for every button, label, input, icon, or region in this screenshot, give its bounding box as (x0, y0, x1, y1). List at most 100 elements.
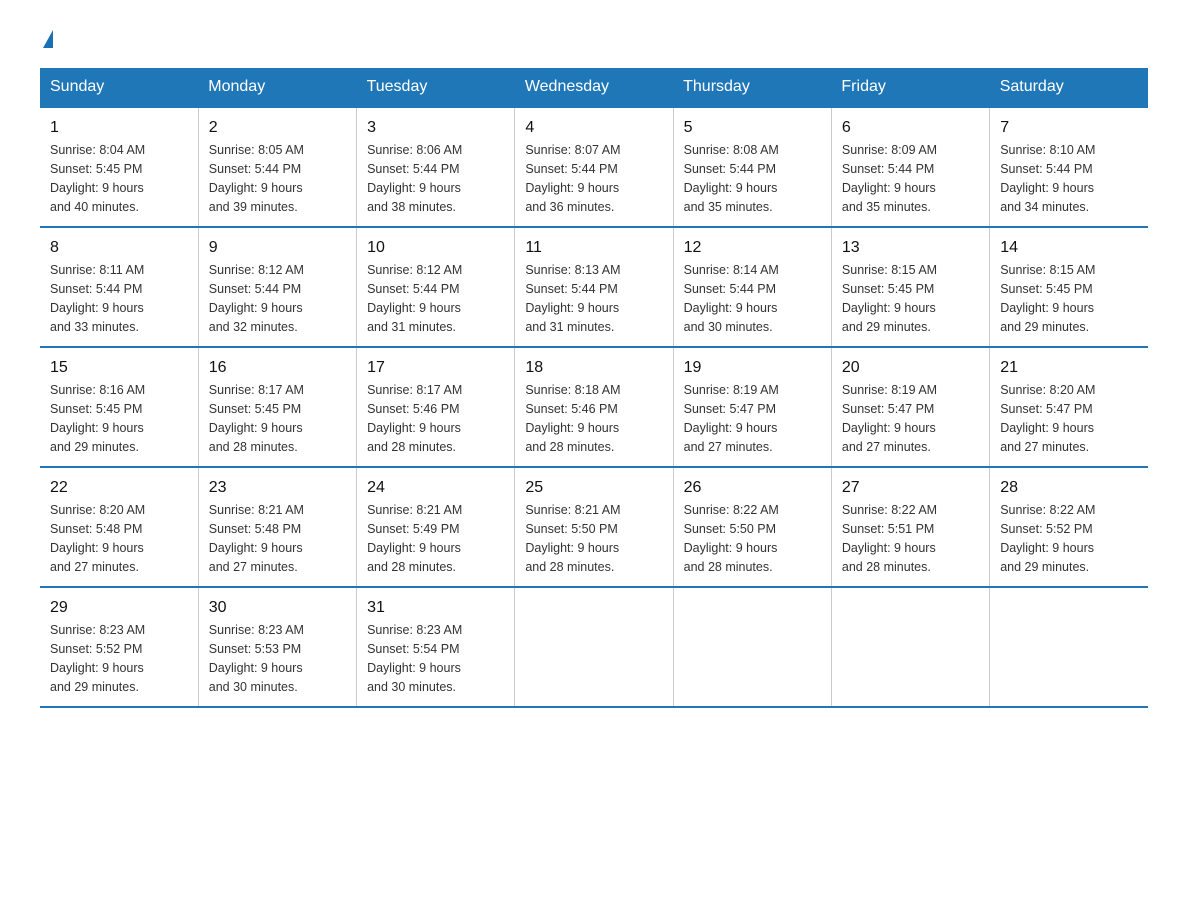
day-info: Sunrise: 8:14 AMSunset: 5:44 PMDaylight:… (684, 263, 779, 334)
day-info: Sunrise: 8:06 AMSunset: 5:44 PMDaylight:… (367, 143, 462, 214)
day-number: 2 (209, 116, 346, 139)
calendar-cell (990, 587, 1148, 707)
day-info: Sunrise: 8:20 AMSunset: 5:47 PMDaylight:… (1000, 383, 1095, 454)
calendar-cell: 12 Sunrise: 8:14 AMSunset: 5:44 PMDayligh… (673, 227, 831, 347)
day-info: Sunrise: 8:23 AMSunset: 5:52 PMDaylight:… (50, 623, 145, 694)
day-info: Sunrise: 8:22 AMSunset: 5:52 PMDaylight:… (1000, 503, 1095, 574)
calendar-table: SundayMondayTuesdayWednesdayThursdayFrid… (40, 68, 1148, 708)
calendar-header-row: SundayMondayTuesdayWednesdayThursdayFrid… (40, 68, 1148, 107)
calendar-cell: 30Sunrise: 8:23 AMSunset: 5:53 PMDayligh… (198, 587, 356, 707)
day-number: 20 (842, 356, 979, 379)
day-info: Sunrise: 8:23 AMSunset: 5:54 PMDaylight:… (367, 623, 462, 694)
calendar-cell: 24 Sunrise: 8:21 AMSunset: 5:49 PMDayligh… (357, 467, 515, 587)
calendar-week-row: 1 Sunrise: 8:04 AMSunset: 5:45 PMDaylight… (40, 107, 1148, 227)
day-info: Sunrise: 8:13 AMSunset: 5:44 PMDaylight:… (525, 263, 620, 334)
day-info: Sunrise: 8:11 AMSunset: 5:44 PMDaylight:… (50, 263, 144, 334)
day-info: Sunrise: 8:16 AMSunset: 5:45 PMDaylight:… (50, 383, 145, 454)
day-info: Sunrise: 8:22 AMSunset: 5:50 PMDaylight:… (684, 503, 779, 574)
day-number: 4 (525, 116, 662, 139)
calendar-cell: 18 Sunrise: 8:18 AMSunset: 5:46 PMDayligh… (515, 347, 673, 467)
day-number: 16 (209, 356, 346, 379)
day-info: Sunrise: 8:10 AMSunset: 5:44 PMDaylight:… (1000, 143, 1095, 214)
calendar-cell: 19 Sunrise: 8:19 AMSunset: 5:47 PMDayligh… (673, 347, 831, 467)
day-info: Sunrise: 8:21 AMSunset: 5:48 PMDaylight:… (209, 503, 304, 574)
calendar-cell: 1 Sunrise: 8:04 AMSunset: 5:45 PMDaylight… (40, 107, 198, 227)
header-friday: Friday (831, 68, 989, 107)
day-info: Sunrise: 8:04 AMSunset: 5:45 PMDaylight:… (50, 143, 145, 214)
calendar-cell: 27 Sunrise: 8:22 AMSunset: 5:51 PMDayligh… (831, 467, 989, 587)
day-info: Sunrise: 8:08 AMSunset: 5:44 PMDaylight:… (684, 143, 779, 214)
day-number: 12 (684, 236, 821, 259)
day-number: 13 (842, 236, 979, 259)
header-monday: Monday (198, 68, 356, 107)
calendar-week-row: 29Sunrise: 8:23 AMSunset: 5:52 PMDayligh… (40, 587, 1148, 707)
day-number: 27 (842, 476, 979, 499)
calendar-cell (515, 587, 673, 707)
calendar-cell: 28Sunrise: 8:22 AMSunset: 5:52 PMDayligh… (990, 467, 1148, 587)
day-info: Sunrise: 8:12 AMSunset: 5:44 PMDaylight:… (209, 263, 304, 334)
day-number: 17 (367, 356, 504, 379)
calendar-cell: 10 Sunrise: 8:12 AMSunset: 5:44 PMDayligh… (357, 227, 515, 347)
day-number: 1 (50, 116, 188, 139)
calendar-week-row: 15 Sunrise: 8:16 AMSunset: 5:45 PMDayligh… (40, 347, 1148, 467)
day-number: 24 (367, 476, 504, 499)
day-info: Sunrise: 8:12 AMSunset: 5:44 PMDaylight:… (367, 263, 462, 334)
day-info: Sunrise: 8:17 AMSunset: 5:45 PMDaylight:… (209, 383, 304, 454)
calendar-cell: 29Sunrise: 8:23 AMSunset: 5:52 PMDayligh… (40, 587, 198, 707)
calendar-cell (673, 587, 831, 707)
day-info: Sunrise: 8:21 AMSunset: 5:50 PMDaylight:… (525, 503, 620, 574)
day-number: 11 (525, 236, 662, 259)
calendar-week-row: 8Sunrise: 8:11 AMSunset: 5:44 PMDaylight… (40, 227, 1148, 347)
day-number: 14 (1000, 236, 1138, 259)
calendar-cell: 3 Sunrise: 8:06 AMSunset: 5:44 PMDaylight… (357, 107, 515, 227)
day-info: Sunrise: 8:05 AMSunset: 5:44 PMDaylight:… (209, 143, 304, 214)
day-number: 7 (1000, 116, 1138, 139)
day-info: Sunrise: 8:21 AMSunset: 5:49 PMDaylight:… (367, 503, 462, 574)
day-number: 26 (684, 476, 821, 499)
day-number: 6 (842, 116, 979, 139)
calendar-cell: 31Sunrise: 8:23 AMSunset: 5:54 PMDayligh… (357, 587, 515, 707)
day-info: Sunrise: 8:22 AMSunset: 5:51 PMDaylight:… (842, 503, 937, 574)
page-header (40, 30, 1148, 48)
day-info: Sunrise: 8:19 AMSunset: 5:47 PMDaylight:… (684, 383, 779, 454)
day-info: Sunrise: 8:20 AMSunset: 5:48 PMDaylight:… (50, 503, 145, 574)
calendar-cell: 11 Sunrise: 8:13 AMSunset: 5:44 PMDayligh… (515, 227, 673, 347)
calendar-cell: 13Sunrise: 8:15 AMSunset: 5:45 PMDayligh… (831, 227, 989, 347)
calendar-cell: 20 Sunrise: 8:19 AMSunset: 5:47 PMDayligh… (831, 347, 989, 467)
calendar-cell: 21Sunrise: 8:20 AMSunset: 5:47 PMDayligh… (990, 347, 1148, 467)
calendar-cell: 15 Sunrise: 8:16 AMSunset: 5:45 PMDayligh… (40, 347, 198, 467)
day-info: Sunrise: 8:15 AMSunset: 5:45 PMDaylight:… (1000, 263, 1095, 334)
day-number: 22 (50, 476, 188, 499)
calendar-week-row: 22 Sunrise: 8:20 AMSunset: 5:48 PMDayligh… (40, 467, 1148, 587)
day-info: Sunrise: 8:19 AMSunset: 5:47 PMDaylight:… (842, 383, 937, 454)
day-number: 23 (209, 476, 346, 499)
header-wednesday: Wednesday (515, 68, 673, 107)
header-saturday: Saturday (990, 68, 1148, 107)
logo (40, 30, 53, 48)
day-number: 18 (525, 356, 662, 379)
calendar-cell: 5Sunrise: 8:08 AMSunset: 5:44 PMDaylight… (673, 107, 831, 227)
day-info: Sunrise: 8:23 AMSunset: 5:53 PMDaylight:… (209, 623, 304, 694)
day-number: 9 (209, 236, 346, 259)
header-sunday: Sunday (40, 68, 198, 107)
header-tuesday: Tuesday (357, 68, 515, 107)
calendar-cell: 2 Sunrise: 8:05 AMSunset: 5:44 PMDaylight… (198, 107, 356, 227)
day-info: Sunrise: 8:07 AMSunset: 5:44 PMDaylight:… (525, 143, 620, 214)
day-number: 3 (367, 116, 504, 139)
calendar-cell: 22 Sunrise: 8:20 AMSunset: 5:48 PMDayligh… (40, 467, 198, 587)
calendar-cell: 23 Sunrise: 8:21 AMSunset: 5:48 PMDayligh… (198, 467, 356, 587)
calendar-cell: 25 Sunrise: 8:21 AMSunset: 5:50 PMDayligh… (515, 467, 673, 587)
day-info: Sunrise: 8:17 AMSunset: 5:46 PMDaylight:… (367, 383, 462, 454)
logo-triangle-icon (43, 30, 53, 48)
day-number: 10 (367, 236, 504, 259)
day-number: 15 (50, 356, 188, 379)
day-info: Sunrise: 8:18 AMSunset: 5:46 PMDaylight:… (525, 383, 620, 454)
day-number: 19 (684, 356, 821, 379)
calendar-cell: 8Sunrise: 8:11 AMSunset: 5:44 PMDaylight… (40, 227, 198, 347)
calendar-cell: 7 Sunrise: 8:10 AMSunset: 5:44 PMDaylight… (990, 107, 1148, 227)
calendar-cell: 14 Sunrise: 8:15 AMSunset: 5:45 PMDayligh… (990, 227, 1148, 347)
calendar-cell: 9 Sunrise: 8:12 AMSunset: 5:44 PMDaylight… (198, 227, 356, 347)
day-number: 25 (525, 476, 662, 499)
calendar-cell: 17 Sunrise: 8:17 AMSunset: 5:46 PMDayligh… (357, 347, 515, 467)
header-thursday: Thursday (673, 68, 831, 107)
